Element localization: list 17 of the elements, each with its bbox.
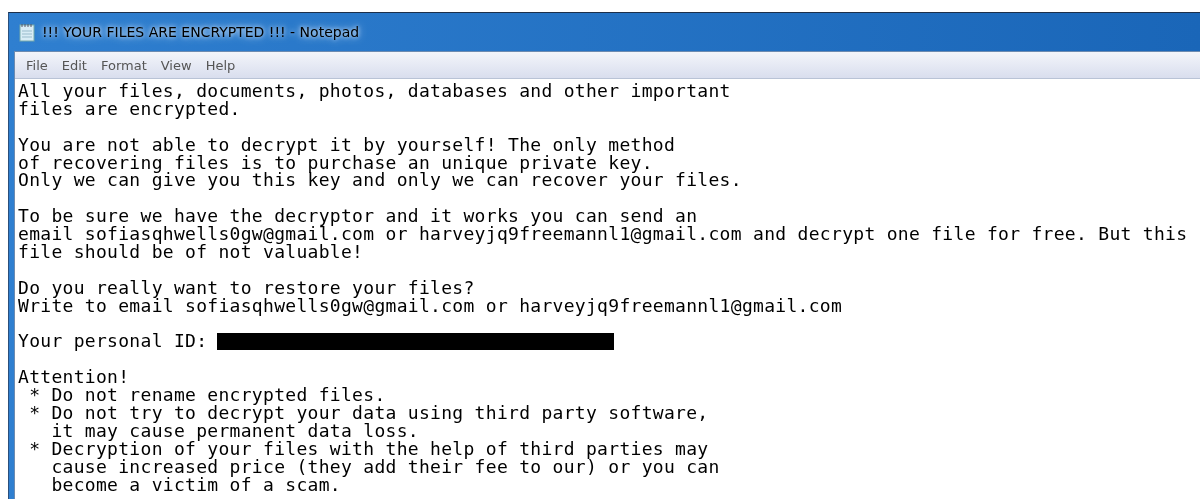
text-line: Your personal ID: <box>18 332 208 351</box>
text-line: All your files, documents, photos, databases and other important <box>18 82 732 100</box>
text-line: * Do not rename encrypted files. <box>28 386 386 405</box>
text-line: file should be of not valuable! <box>18 243 364 261</box>
text-line: email sofiasqhwells0gw@gmail.com or harveyjq9freemannl1@gmail.com and decrypt one file for free. But this <box>18 225 1189 243</box>
window-title: !!! YOUR FILES ARE ENCRYPTED !!! - Notepad <box>42 24 360 40</box>
text-line: Attention! <box>18 368 131 387</box>
menu-item[interactable]: Help <box>198 55 243 75</box>
text-line: * Do not try to decrypt your data using third party software, <box>28 404 710 422</box>
text-line: You are not able to decrypt it by yourself! The only method <box>18 135 677 154</box>
menu-item[interactable]: Edit <box>54 55 94 75</box>
text-line: To be sure we have the decryptor and it works you can send an <box>18 207 698 226</box>
menu-item[interactable]: Format <box>93 55 154 75</box>
notepad-icon <box>18 22 36 42</box>
menu-item[interactable]: View <box>153 55 199 75</box>
menu-item[interactable]: File <box>19 55 55 75</box>
text-line: Do you really want to restore your files? <box>18 278 476 297</box>
